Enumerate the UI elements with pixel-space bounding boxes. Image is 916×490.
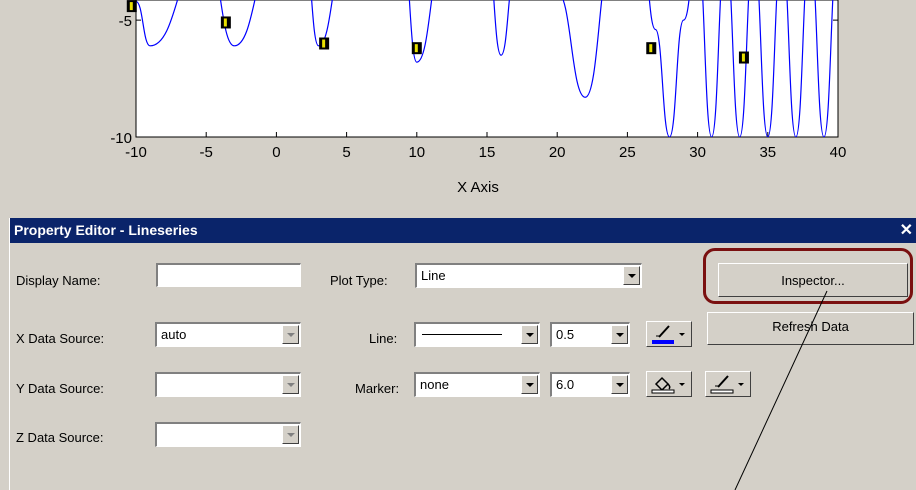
annotation-pointer-line	[734, 290, 828, 490]
annotation-overlay	[734, 290, 828, 490]
